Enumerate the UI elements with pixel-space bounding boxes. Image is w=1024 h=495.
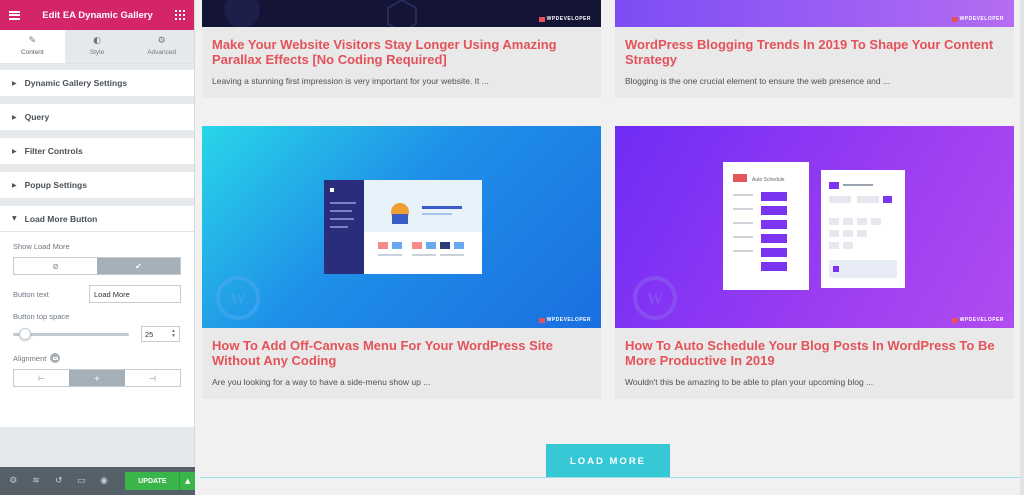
- page-preview: WPDEVELOPER Make Your Website Visitors S…: [196, 0, 1024, 495]
- caret-right-icon: ▶: [12, 147, 17, 155]
- section-popup-settings[interactable]: ▶ Popup Settings: [0, 172, 194, 198]
- responsive-icon[interactable]: ▭: [74, 474, 89, 489]
- panel-title: Edit EA Dynamic Gallery: [42, 9, 153, 21]
- section-load-more-button[interactable]: ▼ Load More Button: [0, 206, 194, 232]
- brand-mark: WPDEVELOPER: [538, 317, 591, 323]
- align-left-icon: ⊢: [38, 373, 46, 383]
- alignment-choices: ⊢ + ⊣: [13, 369, 181, 387]
- update-options-chevron-icon[interactable]: ▲: [179, 472, 195, 490]
- align-left-option[interactable]: ⊢: [14, 370, 69, 386]
- post-excerpt: Are you looking for a way to have a side…: [212, 377, 431, 387]
- post-thumbnail[interactable]: W Auto Schedule WPDEVELOPER: [615, 126, 1014, 328]
- hamburger-menu-icon[interactable]: [9, 10, 20, 20]
- button-text-input[interactable]: Load More: [89, 285, 181, 303]
- history-icon[interactable]: ↺: [51, 474, 66, 489]
- section-dynamic-gallery-settings[interactable]: ▶ Dynamic Gallery Settings: [0, 70, 194, 96]
- tab-content[interactable]: ✎ Content: [0, 30, 65, 63]
- section-label: Filter Controls: [24, 146, 83, 156]
- caret-down-icon: ▼: [12, 215, 17, 222]
- top-space-value: 25: [145, 329, 154, 339]
- ban-icon: ⊘: [52, 261, 59, 271]
- dark-hex-art-icon: [224, 0, 417, 27]
- preview-eye-icon[interactable]: ◉: [97, 474, 112, 489]
- toggle-on-option[interactable]: ✔: [97, 258, 180, 274]
- gear-icon: ⚙: [157, 36, 166, 46]
- post-excerpt: Blogging is the one crucial element to e…: [625, 76, 891, 86]
- update-button[interactable]: UPDATE: [125, 472, 180, 490]
- show-load-more-toggle: ⊘ ✔: [13, 257, 181, 275]
- post-card: W Auto Schedule WPDEVELOPER How To Auto …: [615, 126, 1014, 399]
- slider-handle[interactable]: [19, 327, 32, 340]
- contrast-icon: ◐: [93, 36, 101, 46]
- brand-mark: WPDEVELOPER: [951, 317, 1004, 323]
- post-card: W WPDEVELOPER How To Add Off-Canvas Menu…: [202, 126, 601, 399]
- section-label: Load More Button: [24, 213, 98, 224]
- section-query[interactable]: ▶ Query: [0, 104, 194, 130]
- align-right-icon: ⊣: [148, 373, 156, 383]
- svg-text:W: W: [230, 291, 246, 308]
- section-label: Popup Settings: [24, 180, 87, 190]
- alignment-row: Alignment: [13, 353, 181, 363]
- section-label: Dynamic Gallery Settings: [24, 78, 128, 88]
- brand-mark: WPDEVELOPER: [538, 16, 591, 22]
- auto-schedule-illustration-icon: W Auto Schedule: [633, 162, 905, 320]
- post-title[interactable]: How To Add Off-Canvas Menu For Your Word…: [212, 338, 591, 368]
- tab-style[interactable]: ◐ Style: [64, 30, 130, 63]
- show-load-more-label: Show Load More: [13, 242, 70, 251]
- button-text-row: Button text Load More: [13, 285, 181, 303]
- layers-icon[interactable]: ≋: [29, 474, 44, 489]
- top-space-label: Button top space: [13, 312, 70, 321]
- tab-style-label: Style: [89, 49, 105, 56]
- off-canvas-illustration-icon: W: [216, 180, 482, 320]
- section-label: Query: [24, 112, 50, 122]
- load-more-button[interactable]: LOAD MORE: [546, 444, 670, 478]
- top-space-slider[interactable]: [13, 327, 129, 340]
- load-more-controls: Show Load More ⊘ ✔ Button text Load More…: [0, 232, 194, 427]
- responsive-monitor-icon[interactable]: [50, 353, 61, 363]
- panel-tabs: ✎ Content ◐ Style ⚙ Advanced: [0, 30, 195, 64]
- post-excerpt: Wouldn't this be amazing to be able to p…: [625, 377, 874, 387]
- pencil-icon: ✎: [28, 36, 37, 46]
- section-divider: [200, 477, 1024, 478]
- panel-header: Edit EA Dynamic Gallery: [0, 0, 194, 30]
- widgets-grid-icon[interactable]: [175, 10, 185, 20]
- brand-mark: WPDEVELOPER: [951, 16, 1004, 22]
- svg-text:W: W: [647, 291, 663, 308]
- settings-icon[interactable]: ⚙: [6, 474, 21, 489]
- caret-right-icon: ▶: [12, 113, 17, 121]
- stepper-arrows-icon[interactable]: ▲ ▼: [171, 329, 176, 339]
- caret-right-icon: ▶: [12, 79, 17, 87]
- post-thumbnail[interactable]: WPDEVELOPER: [202, 0, 601, 27]
- panel-footer: ⚙ ≋ ↺ ▭ ◉ UPDATE ▲: [0, 467, 195, 495]
- alignment-label: Alignment: [13, 353, 47, 363]
- top-space-row: 25 ▲ ▼: [13, 326, 181, 342]
- tab-advanced[interactable]: ⚙ Advanced: [129, 30, 195, 63]
- align-center-icon: +: [93, 373, 101, 383]
- caret-right-icon: ▶: [12, 181, 17, 189]
- svg-text:Auto Schedule: Auto Schedule: [752, 177, 785, 183]
- tab-content-label: Content: [20, 49, 44, 56]
- toggle-off-option[interactable]: ⊘: [14, 258, 97, 274]
- post-card: WPDEVELOPER WordPress Blogging Trends In…: [615, 0, 1014, 98]
- post-excerpt: Leaving a stunning first impression is v…: [212, 76, 489, 86]
- post-thumbnail[interactable]: W WPDEVELOPER: [202, 126, 601, 328]
- button-text-label: Button text: [13, 289, 49, 299]
- top-space-number-input[interactable]: 25 ▲ ▼: [141, 326, 180, 342]
- preview-scrollbar[interactable]: [1020, 0, 1024, 495]
- editor-panel: Edit EA Dynamic Gallery ✎ Content ◐ Styl…: [0, 0, 195, 495]
- align-center-option[interactable]: +: [69, 370, 125, 386]
- section-filter-controls[interactable]: ▶ Filter Controls: [0, 138, 194, 164]
- post-card: WPDEVELOPER Make Your Website Visitors S…: [202, 0, 601, 98]
- post-title[interactable]: Make Your Website Visitors Stay Longer U…: [212, 37, 591, 67]
- post-title[interactable]: WordPress Blogging Trends In 2019 To Sha…: [625, 37, 1004, 67]
- align-right-option[interactable]: ⊣: [125, 370, 180, 386]
- tab-advanced-label: Advanced: [147, 49, 177, 56]
- post-thumbnail[interactable]: WPDEVELOPER: [615, 0, 1014, 27]
- post-title[interactable]: How To Auto Schedule Your Blog Posts In …: [625, 338, 1004, 368]
- check-icon: ✔: [135, 261, 142, 271]
